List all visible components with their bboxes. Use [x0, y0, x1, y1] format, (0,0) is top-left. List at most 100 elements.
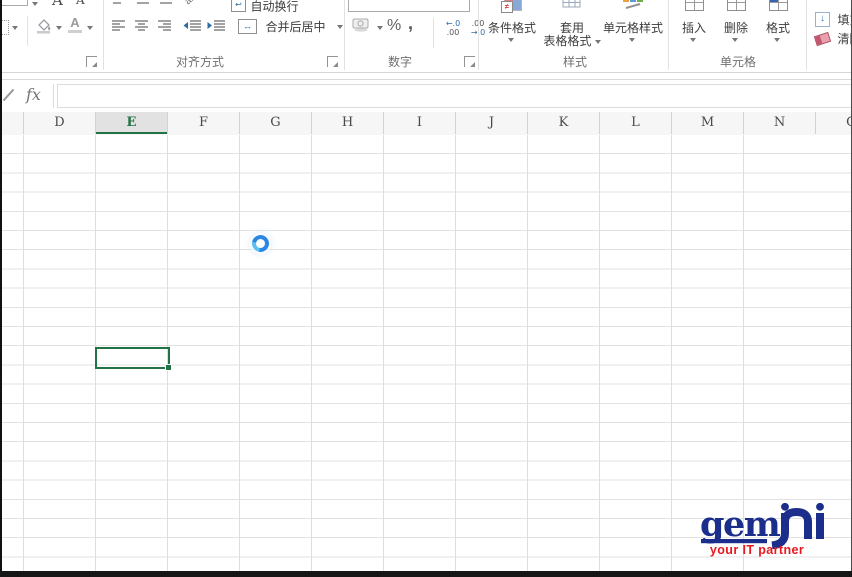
- number-format-combobox[interactable]: [348, 0, 470, 12]
- insert-cells-icon: [685, 0, 704, 11]
- delete-cells-button[interactable]: 删除: [717, 0, 755, 47]
- column-header-k[interactable]: K: [528, 112, 600, 134]
- accounting-caret-icon[interactable]: [377, 26, 383, 30]
- column-header-f[interactable]: F: [168, 112, 240, 134]
- merge-center-button[interactable]: ↔ 合并后居中: [238, 18, 343, 36]
- wrap-text-label: 自动换行: [250, 0, 298, 13]
- column-header-n[interactable]: N: [744, 112, 816, 134]
- align-right-button[interactable]: [157, 19, 173, 32]
- formula-input[interactable]: [57, 84, 852, 108]
- align-bottom-button[interactable]: [159, 0, 173, 9]
- column-header-d[interactable]: D: [24, 112, 96, 134]
- increase-decimal-bottom: .00: [441, 28, 465, 37]
- merge-center-caret-icon: [337, 25, 343, 29]
- wrap-text-icon: ↩: [231, 0, 246, 12]
- ribbon: A A ab ↩ 自动换行 A: [0, 0, 852, 73]
- increase-decimal-button[interactable]: ←.0 .00: [441, 19, 465, 37]
- format-as-table-icon: [562, 0, 582, 10]
- window-edge-bottom: [0, 571, 852, 577]
- conditional-formatting-label: 条件格式: [483, 19, 541, 36]
- column-header-h[interactable]: H: [312, 112, 384, 134]
- indent-right-arrow-icon: [208, 22, 213, 29]
- align-top-button[interactable]: [112, 0, 126, 9]
- comma-style-button[interactable]: ,: [408, 13, 413, 34]
- merge-center-icon: ↔: [238, 19, 257, 34]
- format-caret-icon: [774, 38, 780, 42]
- formula-bar-divider: [53, 84, 54, 108]
- format-as-table-caret-icon: [595, 40, 601, 44]
- align-left-button[interactable]: [111, 19, 127, 32]
- font-dialog-launcher[interactable]: [86, 56, 97, 67]
- fill-button[interactable]: ↓ 填充: [815, 11, 852, 29]
- logo-gem-text: gem: [700, 504, 781, 545]
- format-cells-button[interactable]: 格式: [760, 0, 796, 47]
- align-center-button[interactable]: [134, 19, 150, 32]
- column-header-l[interactable]: L: [600, 112, 672, 134]
- delete-cells-icon: [727, 0, 746, 11]
- insert-caret-icon: [690, 38, 696, 42]
- increase-indent-button[interactable]: [207, 19, 226, 32]
- column-header-partial[interactable]: [0, 112, 24, 134]
- format-cells-icon: [769, 0, 788, 11]
- column-header-g[interactable]: G: [240, 112, 312, 134]
- eraser-icon: [814, 32, 831, 46]
- group-label-styles: 样式: [545, 53, 605, 70]
- increase-decimal-top: ←.0: [441, 19, 465, 28]
- insert-label: 插入: [676, 19, 712, 36]
- wrap-text-button[interactable]: ↩ 自动换行: [231, 0, 298, 15]
- decrease-indent-button[interactable]: [183, 19, 202, 32]
- insert-function-button[interactable]: fx: [26, 85, 41, 104]
- formula-bar: fx: [0, 79, 852, 113]
- column-header-o[interactable]: O: [816, 112, 852, 134]
- fill-bucket-icon: [34, 17, 53, 34]
- font-size-caret-icon[interactable]: [32, 2, 38, 6]
- accounting-coins-icon: [352, 17, 374, 33]
- merge-center-label: 合并后居中: [265, 20, 325, 34]
- delete-caret-icon: [732, 38, 738, 42]
- font-color-caret-icon[interactable]: [87, 26, 93, 30]
- clear-button[interactable]: 清除: [815, 30, 852, 48]
- conditional-formatting-caret-icon: [508, 38, 514, 42]
- fill-down-icon: ↓: [815, 12, 830, 27]
- conditional-formatting-icon: ≠: [504, 0, 522, 11]
- font-name-box[interactable]: [0, 0, 28, 6]
- shrink-font-button[interactable]: A: [76, 0, 85, 7]
- number-dialog-launcher[interactable]: [464, 56, 475, 67]
- column-header-i[interactable]: I: [384, 112, 456, 134]
- group-label-alignment: 对齐方式: [160, 53, 240, 70]
- insert-cells-button[interactable]: 插入: [676, 0, 712, 47]
- group-label-number: 数字: [370, 53, 430, 70]
- font-color-a-icon: A: [68, 17, 82, 29]
- font-color-bar-icon: [68, 30, 82, 33]
- active-cell-selection[interactable]: [95, 347, 170, 369]
- accounting-format-button[interactable]: [352, 17, 374, 38]
- borders-caret-icon[interactable]: [12, 26, 18, 30]
- cell-styles-icon: [623, 0, 643, 10]
- group-label-cells: 单元格: [705, 53, 771, 70]
- window-edge-left: [0, 0, 2, 577]
- orientation-button[interactable]: ab: [183, 0, 199, 7]
- cell-styles-label: 单元格样式: [602, 19, 664, 36]
- cell-styles-caret-icon: [629, 38, 635, 42]
- fill-color-button[interactable]: [34, 17, 53, 39]
- column-header-e[interactable]: E: [96, 112, 168, 134]
- column-header-j[interactable]: J: [456, 112, 528, 134]
- percent-style-button[interactable]: %: [387, 17, 401, 35]
- format-as-table-label-2: 表格格式: [543, 32, 601, 49]
- align-middle-button[interactable]: [136, 0, 150, 9]
- fill-handle[interactable]: [165, 364, 172, 371]
- column-header-m[interactable]: M: [672, 112, 744, 134]
- format-as-table-button[interactable]: 套用 表格格式: [543, 0, 601, 47]
- clear-label: 清除: [837, 30, 852, 47]
- conditional-formatting-button[interactable]: ≠ 条件格式: [483, 0, 541, 47]
- fill-color-caret-icon[interactable]: [56, 26, 62, 30]
- delete-label: 删除: [717, 19, 755, 36]
- alignment-dialog-launcher[interactable]: [327, 56, 338, 67]
- column-headers: D E F G H I J K L M N O: [0, 112, 852, 136]
- grow-font-button[interactable]: A: [52, 0, 63, 9]
- cancel-icon[interactable]: [3, 89, 15, 101]
- logo-tagline: your IT partner: [701, 543, 813, 557]
- font-color-button[interactable]: A: [68, 17, 82, 33]
- format-accent-icon: [770, 0, 778, 2]
- cell-styles-button[interactable]: 单元格样式: [602, 0, 664, 47]
